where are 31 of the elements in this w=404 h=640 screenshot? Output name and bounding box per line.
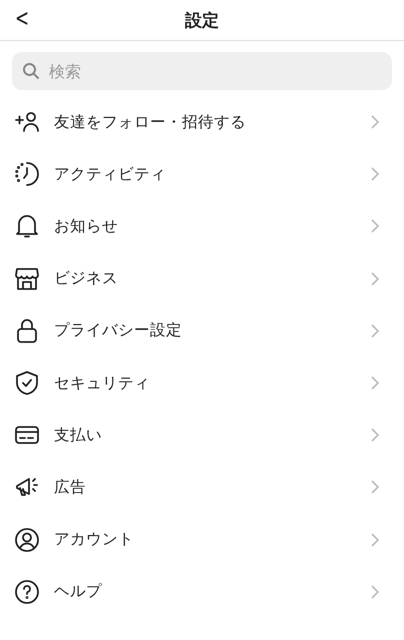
search-icon (22, 62, 40, 80)
page-title: 設定 (185, 10, 219, 32)
back-button[interactable]: < (12, 4, 32, 32)
settings-item[interactable]: セキュリティ (54, 372, 356, 394)
chevron-icon (370, 584, 380, 600)
question-icon (14, 578, 40, 605)
settings-item[interactable]: アクティビティ (54, 164, 356, 185)
chevron-icon (370, 532, 380, 548)
search-field[interactable]: 検索 (12, 52, 392, 90)
profile-icon (14, 526, 40, 553)
shield-check-icon (14, 370, 40, 396)
settings-item[interactable]: お知らせ (54, 216, 356, 237)
settings-item[interactable]: 広告 (54, 476, 356, 498)
settings-item[interactable]: ビジネス (54, 268, 356, 290)
settings-item[interactable]: プライバシー設定 (54, 320, 356, 342)
chevron-icon (370, 479, 380, 496)
lock-icon (14, 318, 40, 344)
clock-icon (14, 161, 40, 188)
settings-item[interactable]: ヘルプ (54, 581, 356, 602)
chevron-icon (370, 375, 380, 392)
chevron-icon (370, 218, 380, 234)
settings-item[interactable]: アカウント (54, 529, 356, 550)
chevron-icon (370, 114, 380, 130)
settings-item[interactable]: 友達をフォロー・招待する (54, 112, 356, 133)
settings-item[interactable]: 支払い (54, 424, 356, 446)
chevron-icon (370, 166, 380, 182)
chevron-icon (370, 322, 380, 339)
shop-icon (14, 266, 40, 292)
bell-icon (14, 213, 40, 240)
chevron-icon (370, 427, 380, 444)
chevron-icon (370, 270, 380, 287)
